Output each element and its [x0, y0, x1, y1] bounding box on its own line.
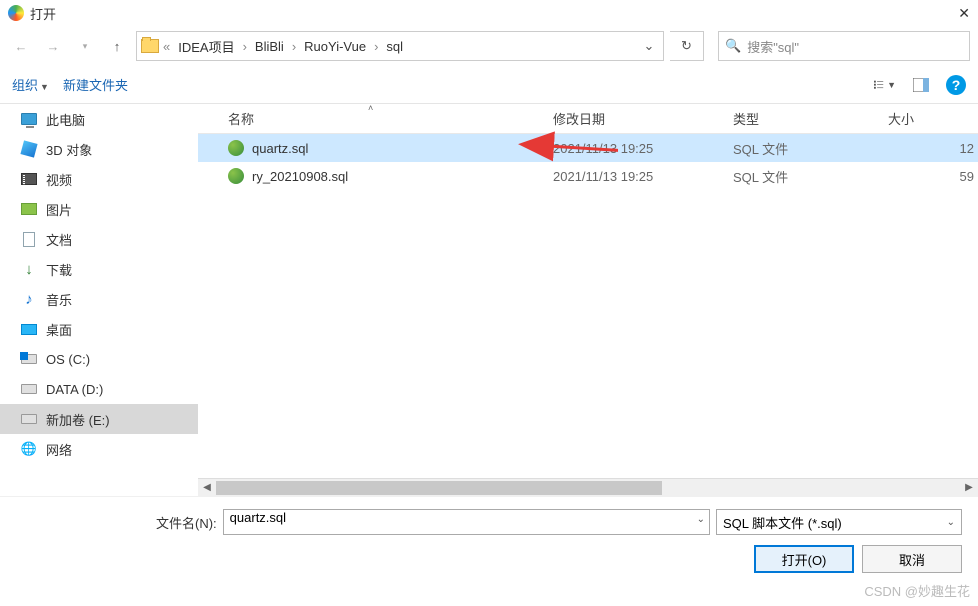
vid-icon	[20, 170, 38, 188]
address-dropdown-icon[interactable]: ⌄	[639, 38, 659, 54]
sidebar-item-label: 文档	[46, 230, 72, 249]
organize-button[interactable]: 组织▼	[12, 75, 49, 94]
breadcrumb-item[interactable]: RuoYi-Vue	[300, 37, 370, 56]
file-name: quartz.sql	[252, 141, 553, 156]
file-type: SQL 文件	[733, 139, 888, 158]
filename-value: quartz.sql	[230, 510, 286, 525]
sort-indicator-icon: ˄	[368, 103, 373, 113]
folder-icon	[141, 39, 159, 53]
filename-label: 文件名(N):	[16, 513, 217, 532]
sidebar-item[interactable]: 图片	[0, 194, 198, 224]
file-row[interactable]: ry_20210908.sql2021/11/13 19:25SQL 文件59	[198, 162, 978, 190]
pc-icon	[20, 110, 38, 128]
breadcrumb-root[interactable]: «	[161, 39, 172, 54]
filename-dropdown-icon[interactable]: ⌄	[697, 514, 705, 525]
sidebar-item[interactable]: 🌐 网络	[0, 434, 198, 464]
drive-icon	[20, 410, 38, 428]
search-input[interactable]: 🔍 搜索"sql"	[718, 31, 970, 61]
help-button[interactable]: ?	[946, 75, 966, 95]
sidebar-item-label: 新加卷 (E:)	[46, 410, 110, 429]
view-options-button[interactable]: ▼	[874, 74, 896, 96]
desk-icon	[20, 320, 38, 338]
nav-up-button[interactable]: ↑	[104, 33, 130, 59]
nav-recent-dropdown[interactable]: ▾	[72, 33, 98, 59]
file-list-header: ˄ 名称 修改日期 类型 大小	[198, 104, 978, 134]
file-size: 12	[888, 141, 978, 156]
column-header-name[interactable]: 名称	[228, 109, 553, 128]
doc-icon	[20, 230, 38, 248]
sidebar-item[interactable]: 新加卷 (E:)	[0, 404, 198, 434]
filetype-select[interactable]: SQL 脚本文件 (*.sql) ⌄	[716, 509, 962, 535]
chevron-right-icon[interactable]: ›	[372, 39, 380, 54]
3d-icon	[20, 140, 38, 158]
sidebar-item[interactable]: ↓ 下载	[0, 254, 198, 284]
sidebar-item-label: 图片	[46, 200, 72, 219]
scroll-left-icon[interactable]: ◀	[198, 482, 216, 493]
file-size: 59	[888, 169, 978, 184]
sidebar-item[interactable]: DATA (D:)	[0, 374, 198, 404]
file-date: 2021/11/13 19:25	[553, 169, 733, 184]
sidebar-item-label: 视频	[46, 170, 72, 189]
close-icon[interactable]: ✕	[958, 5, 970, 22]
file-row[interactable]: quartz.sql2021/11/13 19:25SQL 文件12	[198, 134, 978, 162]
sql-file-icon	[228, 168, 244, 184]
sidebar-item-label: OS (C:)	[46, 352, 90, 367]
sidebar-item[interactable]: OS (C:)	[0, 344, 198, 374]
column-header-type[interactable]: 类型	[733, 109, 888, 128]
sidebar-item[interactable]: 文档	[0, 224, 198, 254]
img-icon	[20, 200, 38, 218]
sidebar-item-label: 3D 对象	[46, 140, 92, 159]
filename-input[interactable]: quartz.sql ⌄	[223, 509, 710, 535]
breadcrumb-item[interactable]: sql	[382, 37, 407, 56]
app-logo-icon	[8, 5, 24, 21]
sidebar-nav: 此电脑 3D 对象视频图片文档 ↓ 下载 ♪ 音乐桌面 OS (C:) DATA (D:) 新加…	[0, 104, 198, 496]
sidebar-item[interactable]: 此电脑	[0, 104, 198, 134]
sidebar-item-label: 网络	[46, 440, 72, 459]
sidebar-item-label: 桌面	[46, 320, 72, 339]
column-header-size[interactable]: 大小	[888, 109, 978, 128]
file-type: SQL 文件	[733, 167, 888, 186]
breadcrumb-item[interactable]: IDEA项目	[174, 35, 238, 58]
net-icon: 🌐	[20, 440, 38, 458]
refresh-button[interactable]: ↻	[670, 31, 704, 61]
open-button[interactable]: 打开(O)	[754, 545, 854, 573]
watermark-text: CSDN @妙趣生花	[864, 581, 970, 600]
sidebar-item-label: DATA (D:)	[46, 382, 103, 397]
search-placeholder: 搜索"sql"	[747, 37, 799, 56]
column-header-date[interactable]: 修改日期	[553, 109, 733, 128]
filetype-value: SQL 脚本文件 (*.sql)	[723, 513, 842, 532]
nav-forward-button[interactable]: →	[40, 33, 66, 59]
sidebar-item[interactable]: ♪ 音乐	[0, 284, 198, 314]
window-title: 打开	[30, 4, 56, 23]
sidebar-item-label: 下载	[46, 260, 72, 279]
mus-icon: ♪	[20, 290, 38, 308]
horizontal-scrollbar[interactable]: ◀ ▶	[198, 478, 978, 496]
sidebar-item[interactable]: 桌面	[0, 314, 198, 344]
sidebar-item[interactable]: 3D 对象	[0, 134, 198, 164]
sidebar-item-label: 音乐	[46, 290, 72, 309]
sidebar-item-label: 此电脑	[46, 110, 85, 129]
new-folder-button[interactable]: 新建文件夹	[63, 75, 128, 94]
scroll-right-icon[interactable]: ▶	[960, 482, 978, 493]
filetype-dropdown-icon[interactable]: ⌄	[947, 517, 955, 528]
breadcrumb-item[interactable]: BliBli	[251, 37, 288, 56]
sql-file-icon	[228, 140, 244, 156]
address-bar[interactable]: « IDEA项目 › BliBli › RuoYi-Vue › sql ⌄	[136, 31, 664, 61]
drive-icon	[20, 380, 38, 398]
scroll-thumb[interactable]	[216, 481, 662, 495]
chevron-right-icon[interactable]: ›	[290, 39, 298, 54]
drive-os-icon	[20, 350, 38, 368]
search-icon: 🔍	[725, 38, 741, 54]
sidebar-item[interactable]: 视频	[0, 164, 198, 194]
file-date: 2021/11/13 19:25	[553, 141, 733, 156]
dl-icon: ↓	[20, 260, 38, 278]
preview-pane-button[interactable]	[910, 74, 932, 96]
chevron-right-icon[interactable]: ›	[241, 39, 249, 54]
nav-back-button[interactable]: ←	[8, 33, 34, 59]
file-name: ry_20210908.sql	[252, 169, 553, 184]
cancel-button[interactable]: 取消	[862, 545, 962, 573]
